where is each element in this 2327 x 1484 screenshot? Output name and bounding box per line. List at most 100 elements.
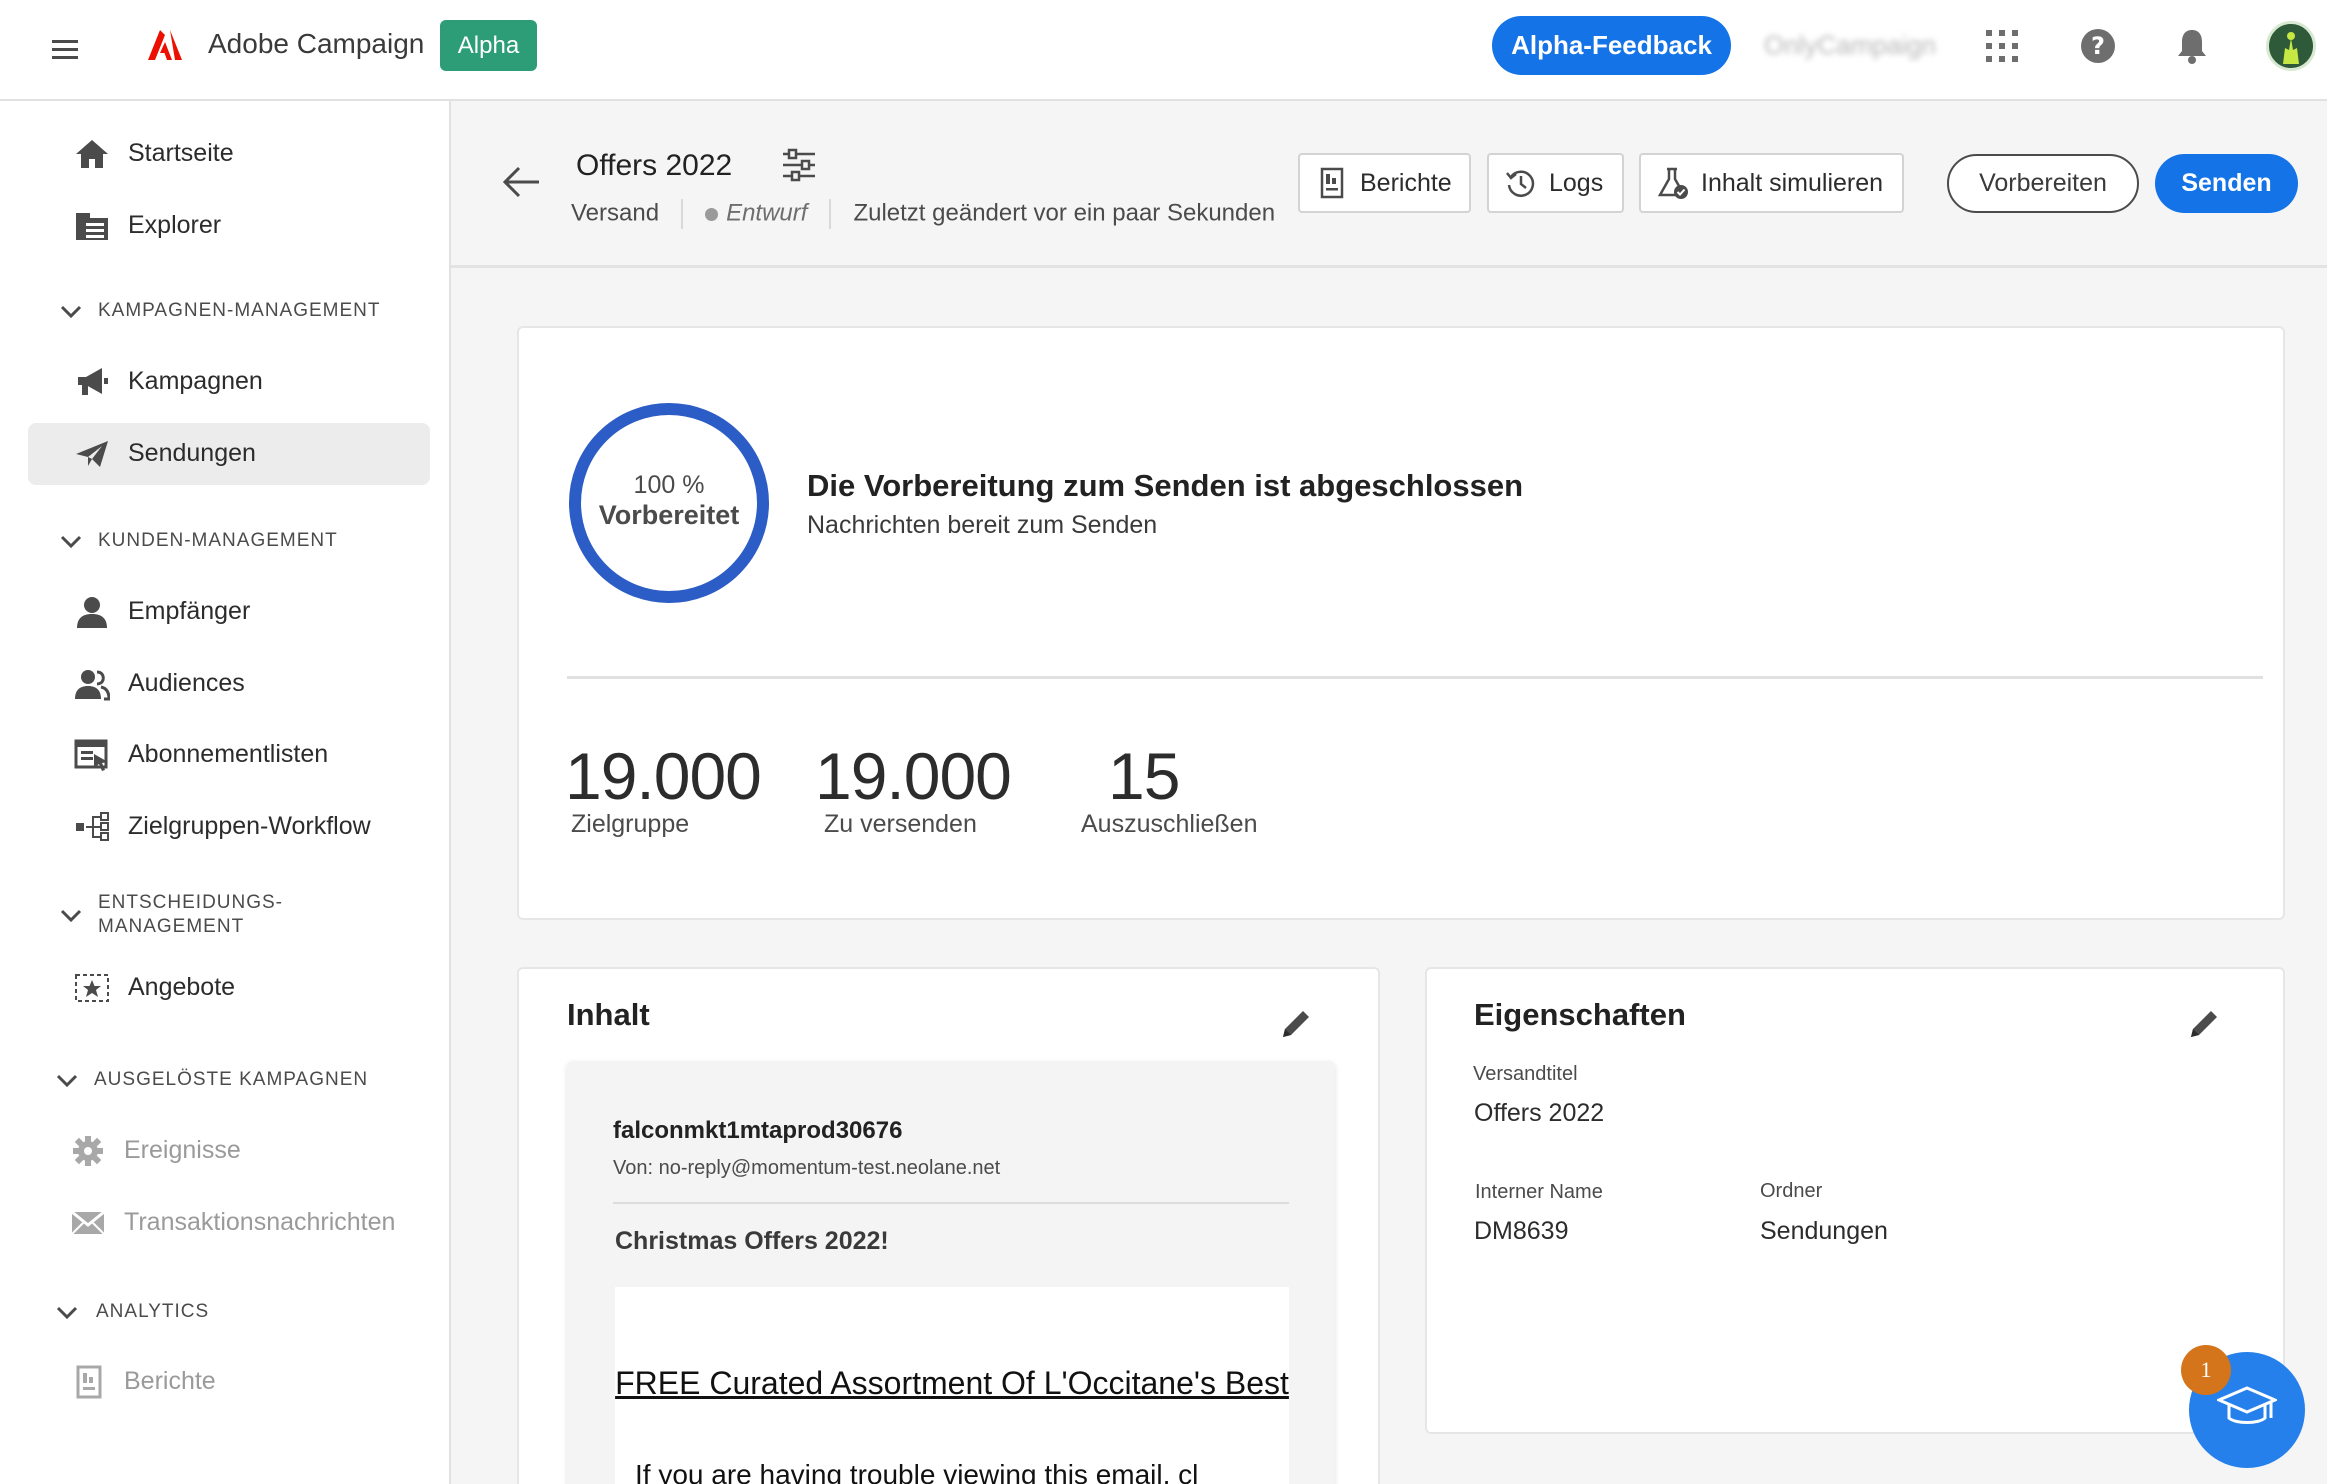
menu-icon[interactable] — [46, 30, 86, 70]
sidebar-item-label: Transaktionsnachrichten — [124, 1208, 396, 1236]
bell-icon[interactable] — [2172, 26, 2212, 66]
metric-to-send-value: 19.000 — [815, 739, 1012, 813]
sidebar-item-ereignisse[interactable]: Ereignisse — [28, 1120, 430, 1182]
sidebar-item-explorer[interactable]: Explorer — [28, 195, 430, 257]
alpha-feedback-button[interactable]: Alpha-Feedback — [1492, 16, 1731, 75]
apps-grid-icon[interactable] — [1982, 26, 2022, 66]
send-button[interactable]: Senden — [2155, 154, 2298, 213]
delivery-title-value: Offers 2022 — [1474, 1099, 1605, 1127]
properties-card: Eigenschaften Versandtitel Offers 2022 I… — [1425, 967, 2285, 1434]
sidebar-item-sendungen[interactable]: Sendungen — [28, 423, 430, 485]
offer-icon — [74, 971, 110, 1005]
section-label: KUNDEN-MANAGEMENT — [98, 530, 338, 551]
sidebar-item-label: Angebote — [128, 973, 236, 1001]
section-label: KAMPAGNEN-MANAGEMENT — [98, 300, 381, 321]
content-card-title: Inhalt — [567, 997, 650, 1032]
sidebar-item-label: Sendungen — [128, 439, 256, 467]
divider — [567, 676, 2263, 679]
sidebar-item-label: Berichte — [124, 1367, 216, 1395]
sidebar-item-angebote[interactable]: Angebote — [28, 957, 430, 1019]
subscription-list-icon — [74, 738, 110, 772]
sidebar-item-label: Abonnementlisten — [128, 740, 329, 768]
sidebar-item-label: Zielgruppen-Workflow — [128, 812, 371, 840]
sidebar-item-startseite[interactable]: Startseite — [28, 123, 430, 185]
flask-check-icon — [1657, 167, 1689, 199]
sidebar-item-kampagnen[interactable]: Kampagnen — [28, 351, 430, 413]
users-icon — [74, 667, 110, 701]
adobe-logo-icon — [148, 30, 182, 60]
mail-icon — [70, 1206, 106, 1240]
chevron-down-icon — [60, 909, 82, 923]
sidebar-item-empfaenger[interactable]: Empfänger — [28, 581, 430, 643]
sidebar-item-label: Startseite — [128, 139, 234, 167]
gear-icon — [70, 1134, 106, 1168]
prepare-button[interactable]: Vorbereiten — [1947, 154, 2139, 213]
app-name: Adobe Campaign — [208, 28, 425, 59]
chevron-down-icon — [60, 305, 82, 319]
email-preview[interactable]: falconmkt1mtaprod30676 Von: no-reply@mom… — [567, 1061, 1335, 1484]
folder-label: Ordner — [1760, 1180, 1823, 1202]
metric-to-send-label: Zu versenden — [824, 810, 977, 838]
chevron-down-icon — [56, 1074, 78, 1088]
section-label: ANALYTICS — [96, 1301, 210, 1322]
delivery-meta: Versand Entwurf Zuletzt geändert vor ein p… — [571, 199, 1275, 229]
logs-label: Logs — [1549, 169, 1604, 197]
edit-pencil-icon[interactable] — [1279, 1007, 1313, 1041]
email-subject: Christmas Offers 2022! — [615, 1227, 889, 1255]
sidebar-item-label: Empfänger — [128, 597, 251, 625]
progress-label: Vorbereitet — [598, 500, 740, 530]
edit-pencil-icon[interactable] — [2187, 1007, 2221, 1041]
org-switcher[interactable]: OnlyCampaign — [1764, 30, 1936, 61]
send-icon — [74, 437, 110, 471]
settings-sliders-icon[interactable] — [781, 147, 817, 183]
history-icon — [1505, 167, 1537, 199]
simulate-content-button[interactable]: Inhalt simulieren — [1639, 153, 1904, 213]
sidebar-item-abonnementlisten[interactable]: Abonnementlisten — [28, 724, 430, 786]
sidebar-nav: Startseite Explorer KAMPAGNEN-MANAGEMENT… — [0, 101, 451, 1484]
metric-target-value: 19.000 — [565, 739, 762, 813]
avatar[interactable] — [2266, 21, 2316, 71]
preparation-status-card: 100 % Vorbereitet Die Vorbereitung zum S… — [517, 326, 2285, 920]
sender-name: falconmkt1mtaprod30676 — [613, 1117, 903, 1144]
sidebar-item-zielgruppen-workflow[interactable]: Zielgruppen-Workflow — [28, 796, 430, 858]
back-arrow-icon[interactable] — [501, 164, 541, 200]
metric-target-label: Zielgruppe — [571, 810, 690, 838]
reports-button[interactable]: Berichte — [1298, 153, 1471, 213]
reports-label: Berichte — [1360, 169, 1452, 197]
chevron-down-icon — [60, 535, 82, 549]
status-title: Die Vorbereitung zum Senden ist abgeschl… — [807, 468, 1524, 503]
sidebar-item-label: Ereignisse — [124, 1136, 241, 1164]
graduation-cap-icon — [2217, 1384, 2277, 1434]
sidebar-item-berichte[interactable]: Berichte — [28, 1351, 430, 1413]
top-bar: Adobe Campaign Alpha Alpha-Feedback Only… — [0, 0, 2327, 101]
content-card: Inhalt falconmkt1mtaprod30676 Von: no-re… — [517, 967, 1380, 1484]
internal-name-label: Interner Name — [1475, 1181, 1603, 1203]
folder-value: Sendungen — [1760, 1217, 1888, 1245]
report-icon — [70, 1365, 106, 1399]
last-modified: Zuletzt geändert vor ein paar Sekunden — [853, 199, 1276, 227]
chevron-down-icon — [56, 1306, 78, 1320]
notification-count-badge: 1 — [2181, 1345, 2231, 1395]
internal-name-value: DM8639 — [1474, 1217, 1569, 1245]
alpha-badge: Alpha — [440, 20, 537, 71]
sender-address: Von: no-reply@momentum-test.neolane.net — [613, 1157, 1001, 1179]
svg-text:?: ? — [2091, 32, 2105, 60]
metric-excluded-value: 15 — [1108, 739, 1180, 813]
properties-card-title: Eigenschaften — [1474, 997, 1686, 1032]
delivery-type: Versand — [571, 199, 660, 227]
sidebar-item-label: Audiences — [128, 669, 245, 697]
section-label: ENTSCHEIDUNGS- — [98, 892, 284, 913]
section-label: AUSGELÖSTE KAMPAGNEN — [94, 1069, 369, 1090]
divider — [613, 1202, 1289, 1204]
email-body-text: If you are having trouble viewing this e… — [635, 1459, 1199, 1484]
simulate-label: Inhalt simulieren — [1701, 169, 1884, 197]
status-badge: Entwurf — [726, 199, 808, 227]
logs-button[interactable]: Logs — [1487, 153, 1624, 213]
report-icon — [1316, 167, 1348, 199]
email-body-link[interactable]: FREE Curated Assortment Of L'Occitane's … — [615, 1357, 1289, 1409]
sidebar-item-audiences[interactable]: Audiences — [28, 653, 430, 715]
help-icon[interactable]: ? — [2078, 26, 2118, 66]
delivery-title-label: Versandtitel — [1473, 1063, 1578, 1085]
metric-excluded-label: Auszuschließen — [1081, 810, 1258, 838]
sidebar-item-transaktionsnachrichten[interactable]: Transaktionsnachrichten — [28, 1192, 430, 1254]
